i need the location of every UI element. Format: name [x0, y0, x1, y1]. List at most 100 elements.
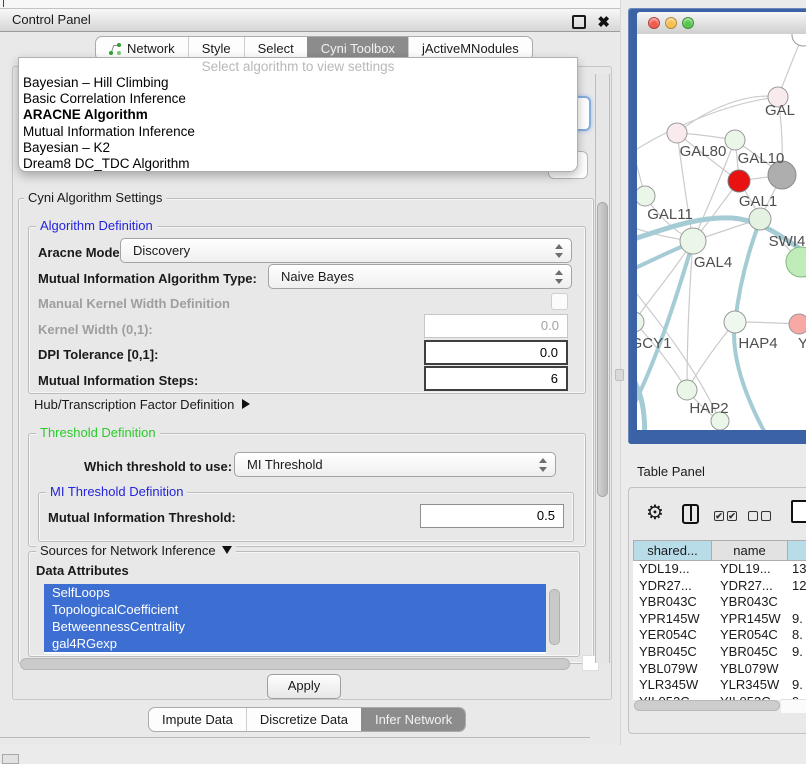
algorithm-option[interactable]: Basic Correlation Inference: [19, 91, 577, 107]
data-attribute-item[interactable]: SelfLoops: [44, 584, 546, 601]
algorithm-option[interactable]: Dream8 DC_TDC Algorithm: [19, 156, 577, 172]
bottom-tab-bar: Impute Data Discretize DataInfer Network: [148, 707, 466, 732]
network-edge: [687, 322, 735, 390]
table-horizontal-scrollbar[interactable]: [634, 700, 780, 711]
data-attribute-item[interactable]: gal4RGexp: [44, 635, 546, 652]
algorithm-option[interactable]: ARACNE Algorithm: [19, 107, 577, 123]
node-label: SWI4: [769, 233, 806, 250]
network-node-hap2[interactable]: [677, 380, 697, 400]
which-threshold-label: Which threshold to use:: [84, 459, 232, 474]
algorithm-option[interactable]: Bayesian – Hill Climbing: [19, 75, 577, 91]
table-cell: 9.: [786, 677, 806, 694]
network-node-gal10[interactable]: [725, 130, 745, 150]
which-threshold-value: MI Threshold: [247, 457, 323, 472]
tab-infer-network[interactable]: Infer Network: [361, 708, 465, 731]
column-header[interactable]: name: [711, 541, 787, 560]
tab-discretize-data[interactable]: Discretize Data: [246, 708, 361, 731]
columns-icon[interactable]: [682, 504, 699, 524]
network-view-window: GALGAL80GAL10GAL1GAL11SWI4GAL4GCY1HAP4YH…: [628, 8, 806, 444]
node-label: GAL80: [680, 143, 727, 160]
cyni-algorithm-settings-title: Cyni Algorithm Settings: [24, 191, 166, 205]
column-header[interactable]: [787, 541, 806, 560]
network-node-gal4[interactable]: [680, 228, 706, 254]
split-pane-handle[interactable]: [615, 369, 624, 381]
close-icon[interactable]: ✖: [597, 12, 610, 34]
table-cell: YDL19...: [710, 561, 786, 578]
data-attribute-item[interactable]: TopologicalCoefficient: [44, 601, 546, 618]
hub-definition-label: Hub/Transcription Factor Definition: [34, 397, 234, 412]
table-row[interactable]: YBL079WYBL079W: [633, 661, 806, 678]
dpi-tolerance-field[interactable]: 0.0: [424, 340, 568, 365]
table-cell: YDL19...: [633, 561, 710, 578]
mi-type-value: Naive Bayes: [281, 269, 354, 284]
network-node-gcy1[interactable]: [637, 312, 644, 332]
unchecked-checkbox-icon[interactable]: [761, 511, 771, 521]
horizontal-scrollbar[interactable]: [20, 658, 570, 670]
which-threshold-select[interactable]: MI Threshold: [234, 452, 556, 477]
algorithm-option[interactable]: Mutual Information Inference: [19, 124, 577, 140]
table-cell: YBR045C: [633, 644, 710, 661]
algorithm-definition-title: Algorithm Definition: [36, 219, 157, 233]
algorithm-placeholder: Select algorithm to view settings: [19, 59, 577, 75]
network-node-gal11[interactable]: [637, 186, 655, 206]
aracne-mode-value: Discovery: [133, 243, 190, 258]
aracne-mode-label: Aracne Mode:: [38, 245, 124, 260]
node-label: GAL: [765, 102, 795, 119]
apply-button[interactable]: Apply: [267, 674, 341, 699]
table-cell: YDR27...: [710, 578, 786, 595]
network-node-gal80[interactable]: [667, 123, 687, 143]
tab-impute-data[interactable]: Impute Data: [149, 708, 246, 731]
gear-icon[interactable]: ⚙: [646, 501, 664, 525]
data-attribute-item[interactable]: BetweennessCentrality: [44, 618, 546, 635]
algorithm-dropdown-popup: Select algorithm to view settings Bayesi…: [18, 57, 578, 172]
table-row[interactable]: YLR345WYLR345W9.: [633, 677, 806, 694]
attributes-scrollbar-thumb[interactable]: [549, 589, 560, 645]
settings-scrollbar-thumb[interactable]: [597, 202, 608, 497]
mi-threshold-group-title: MI Threshold Definition: [46, 485, 187, 499]
tab-label: Impute Data: [162, 709, 233, 731]
network-graph: GALGAL80GAL10GAL1GAL11SWI4GAL4GCY1HAP4YH…: [637, 34, 806, 430]
checked-checkbox-icon[interactable]: ✔: [727, 511, 737, 521]
table-row[interactable]: YPR145WYPR145W9.: [633, 611, 806, 628]
node-label: GAL4: [694, 254, 732, 271]
mi-threshold-label: Mutual Information Threshold:: [48, 510, 236, 525]
mi-type-select[interactable]: Naive Bayes: [268, 264, 572, 289]
sources-group-toggle[interactable]: Sources for Network Inference: [36, 544, 236, 558]
network-node[interactable]: [792, 34, 806, 46]
table-row[interactable]: YBR043CYBR043C: [633, 594, 806, 611]
data-attributes-list[interactable]: SelfLoopsTopologicalCoefficientBetweenne…: [44, 584, 546, 654]
network-node[interactable]: [786, 247, 806, 277]
minimize-traffic-light-icon[interactable]: [665, 17, 677, 29]
node-label: Y: [798, 335, 806, 352]
zoom-traffic-light-icon[interactable]: [682, 17, 694, 29]
column-header[interactable]: shared...: [634, 541, 711, 560]
stepper-arrows-icon: [554, 269, 564, 285]
node-label: HAP4: [738, 335, 777, 352]
hub-definition-toggle[interactable]: Hub/Transcription Factor Definition: [34, 397, 250, 412]
table-row[interactable]: YDL19...YDL19...13: [633, 561, 806, 578]
collapsed-panel-button[interactable]: [2, 754, 19, 764]
unchecked-checkbox-icon[interactable]: [748, 511, 758, 521]
algorithm-option[interactable]: Bayesian – K2: [19, 140, 577, 156]
page-icon[interactable]: [791, 500, 806, 523]
table-cell: 8.: [786, 627, 806, 644]
table-row[interactable]: YBR045CYBR045C9.: [633, 644, 806, 661]
float-window-icon[interactable]: [572, 15, 586, 29]
table-row[interactable]: YDR27...YDR27...12: [633, 578, 806, 595]
manual-kernel-checkbox[interactable]: [551, 293, 568, 310]
network-node-hap4[interactable]: [724, 311, 746, 333]
close-traffic-light-icon[interactable]: [648, 17, 660, 29]
mi-steps-field[interactable]: 6: [424, 366, 568, 391]
network-node-y[interactable]: [789, 314, 806, 334]
network-node-swi4[interactable]: [749, 208, 771, 230]
network-canvas[interactable]: GALGAL80GAL10GAL1GAL11SWI4GAL4GCY1HAP4YH…: [637, 34, 806, 430]
checked-checkbox-icon[interactable]: ✔: [714, 511, 724, 521]
mi-threshold-field[interactable]: 0.5: [420, 504, 564, 528]
window-title: Control Panel: [12, 12, 91, 27]
table-cell: YBR045C: [710, 644, 786, 661]
kernel-width-field[interactable]: 0.0: [424, 314, 568, 338]
network-node-gal1[interactable]: [728, 170, 750, 192]
table-cell: YER054C: [633, 627, 710, 644]
aracne-mode-select[interactable]: Discovery: [120, 238, 572, 263]
table-row[interactable]: YER054CYER054C8.: [633, 627, 806, 644]
